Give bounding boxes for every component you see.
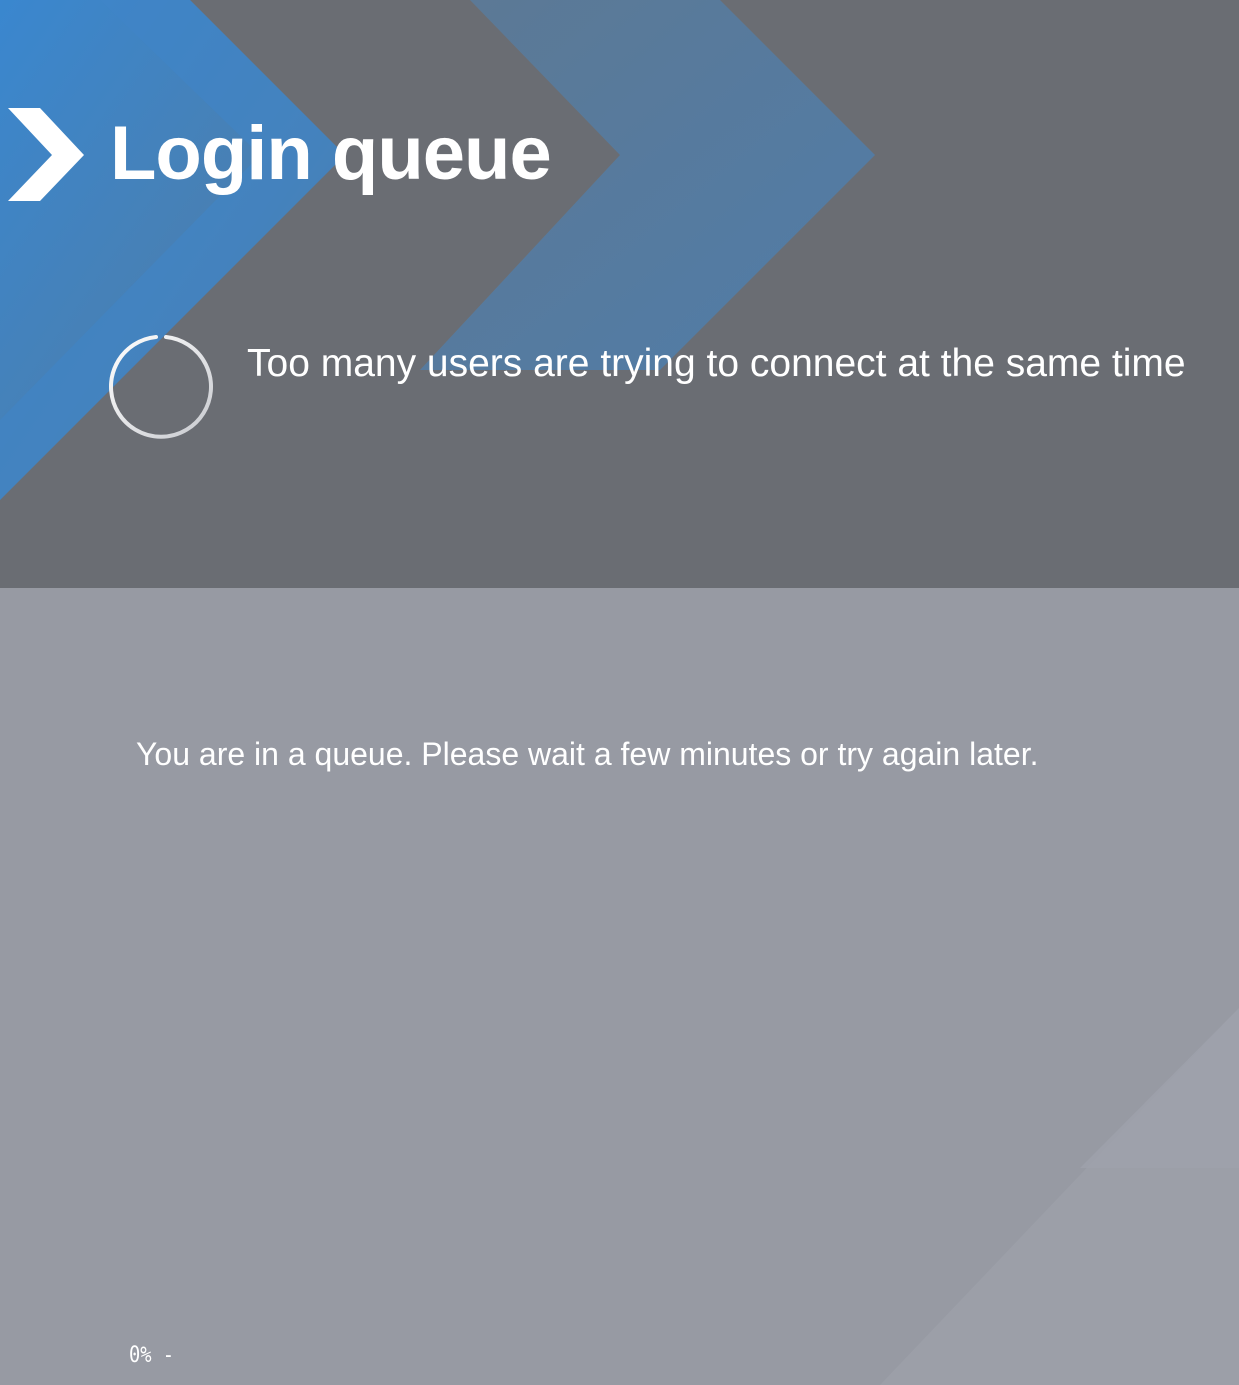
connection-warning-message: Too many users are trying to connect at … <box>247 342 1186 385</box>
background-decoration <box>880 1008 1239 1385</box>
chevron-right-icon <box>8 108 84 201</box>
queue-panel: You are in a queue. Please wait a few mi… <box>0 588 1239 1385</box>
page-title: Login queue <box>110 111 552 196</box>
queue-progress-label: 0% - <box>129 1343 175 1368</box>
loading-spinner-icon <box>108 333 214 444</box>
header-background-graphic <box>0 0 875 500</box>
queue-status-message: You are in a queue. Please wait a few mi… <box>136 736 1039 772</box>
header-banner: Login queue Too many users are trying to… <box>0 0 1239 588</box>
